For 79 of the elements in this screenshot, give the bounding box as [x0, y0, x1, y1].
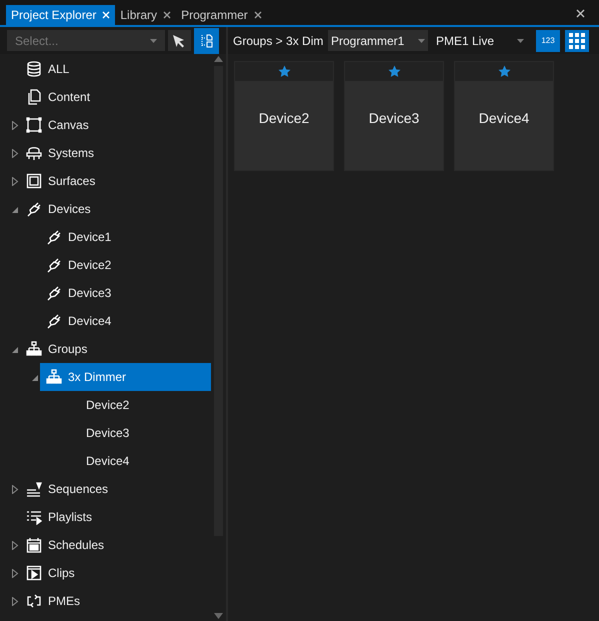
- device-tile[interactable]: Device4: [454, 61, 554, 171]
- tree-item[interactable]: Devices: [20, 195, 211, 223]
- expand-arrow-icon[interactable]: [12, 120, 18, 130]
- tree-item[interactable]: Device4: [60, 447, 211, 475]
- programmer-dropdown[interactable]: Programmer1: [328, 30, 428, 51]
- caret-icon: [150, 38, 157, 42]
- expand-arrow-icon[interactable]: [12, 484, 18, 494]
- tree-item[interactable]: Canvas: [20, 111, 211, 139]
- tree-item[interactable]: Sequences: [20, 475, 211, 503]
- expand-arrow-icon[interactable]: [12, 568, 18, 578]
- surface-icon: [26, 173, 42, 189]
- breadcrumb: Groups > 3x Dim: [233, 32, 324, 50]
- device-tile[interactable]: Device3: [344, 61, 444, 171]
- expand-arrow-icon[interactable]: [12, 540, 18, 550]
- group-icon: [26, 341, 42, 357]
- group-icon: [46, 369, 62, 385]
- pme-dropdown[interactable]: PME1 Live: [430, 30, 530, 51]
- star-icon: [498, 65, 510, 78]
- sequence-icon: [26, 481, 42, 497]
- cycle-icon: [26, 593, 42, 609]
- close-icon[interactable]: [254, 11, 262, 19]
- plug-icon: [46, 313, 62, 329]
- grid-view-button[interactable]: [565, 30, 589, 52]
- device-label: Device4: [478, 109, 530, 128]
- tree-item[interactable]: Device1: [40, 223, 211, 251]
- expand-arrow-icon[interactable]: [12, 148, 18, 158]
- tree-item[interactable]: Device2: [40, 251, 211, 279]
- plug-icon: [46, 229, 62, 245]
- tree-view-button[interactable]: [194, 28, 219, 54]
- caret-icon: [517, 38, 524, 42]
- plug-icon: [46, 285, 62, 301]
- star-icon: [388, 65, 400, 78]
- tree-item[interactable]: Clips: [20, 559, 211, 587]
- device-tile[interactable]: Device2: [234, 61, 334, 171]
- tree-item[interactable]: Device3: [60, 419, 211, 447]
- collapse-arrow-icon[interactable]: [32, 372, 38, 382]
- tree-item[interactable]: Content: [20, 83, 211, 111]
- tab[interactable]: Programmer: [176, 5, 267, 25]
- tree-item[interactable]: Device4: [40, 307, 211, 335]
- canvas-icon: [26, 117, 42, 133]
- expand-arrow-icon[interactable]: [12, 176, 18, 186]
- close-icon[interactable]: [163, 11, 172, 19]
- grid-icon: [569, 32, 585, 48]
- plug-icon: [46, 257, 62, 273]
- tree-item[interactable]: 3x Dimmer: [40, 363, 211, 391]
- select-placeholder: Select...: [15, 32, 60, 50]
- tree-item[interactable]: Schedules: [20, 531, 211, 559]
- pointer-icon: [172, 34, 186, 48]
- pointer-button[interactable]: [168, 30, 192, 51]
- tree-view-icon: [200, 34, 213, 48]
- device-label: Device2: [258, 109, 310, 128]
- database-icon: [26, 61, 42, 77]
- tree-item[interactable]: Surfaces: [20, 167, 211, 195]
- star-icon: [278, 65, 290, 78]
- scroll-up-icon[interactable]: [214, 56, 223, 62]
- tree-item[interactable]: Playlists: [20, 503, 211, 531]
- tree-item[interactable]: Device3: [40, 279, 211, 307]
- plug-icon: [26, 201, 42, 217]
- playlist-icon: [26, 509, 42, 525]
- tab[interactable]: Library: [115, 5, 176, 25]
- collapse-arrow-icon[interactable]: [12, 204, 18, 214]
- clip-icon: [26, 565, 42, 581]
- tree-item[interactable]: PMEs: [20, 587, 211, 615]
- numbers-button[interactable]: 123: [536, 30, 560, 52]
- tree-item[interactable]: Systems: [20, 139, 211, 167]
- device-label: Device3: [368, 109, 420, 128]
- tab[interactable]: Project Explorer: [6, 5, 116, 25]
- scrollbar[interactable]: [211, 54, 226, 621]
- copy-icon: [26, 89, 42, 105]
- tree-item[interactable]: Device2: [60, 391, 211, 419]
- calendar-icon: [26, 537, 42, 553]
- collapse-arrow-icon[interactable]: [12, 344, 18, 354]
- expand-arrow-icon[interactable]: [12, 596, 18, 606]
- tree-item[interactable]: Groups: [20, 335, 211, 363]
- scroll-down-icon[interactable]: [214, 613, 223, 619]
- close-icon[interactable]: [576, 9, 585, 18]
- tree-item[interactable]: ALL: [20, 55, 211, 83]
- server-icon: [26, 145, 42, 161]
- caret-icon: [418, 38, 425, 42]
